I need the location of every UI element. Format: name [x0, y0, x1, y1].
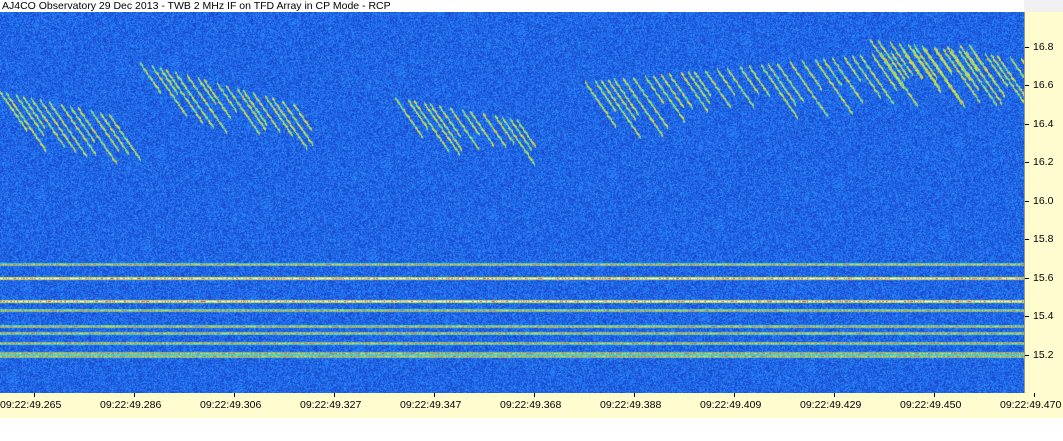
x-tick-label: 09:22:49.306: [200, 399, 262, 411]
x-tick-label: 09:22:49.388: [600, 399, 662, 411]
x-tick-label: 09:22:49.286: [100, 399, 162, 411]
x-tick-label: 09:22:49.327: [300, 399, 362, 411]
x-tick-mark: [134, 393, 135, 397]
chart-title: AJ4CO Observatory 29 Dec 2013 - TWB 2 MH…: [0, 0, 1024, 12]
y-tick-label: 15.4: [1033, 310, 1054, 323]
y-tick-mark: [1025, 354, 1029, 356]
y-tick-label: 16.4: [1033, 117, 1054, 130]
y-tick-mark: [1025, 277, 1029, 279]
spectrogram-plot: [0, 12, 1024, 393]
y-tick-mark: [1025, 123, 1029, 125]
y-tick-mark: [1025, 316, 1029, 318]
y-tick-mark: [1025, 162, 1029, 164]
y-tick-label: 15.8: [1033, 233, 1054, 246]
x-tick-mark: [1034, 393, 1035, 397]
x-axis-strip: 09:22:49.265 09:22:49.286 09:22:49.306 09:2…: [0, 393, 1063, 418]
y-tick-mark: [1025, 239, 1029, 241]
y-tick-label: 15.2: [1033, 348, 1054, 361]
x-tick-label: 09:22:49.429: [800, 399, 862, 411]
y-axis: 16.8 16.6 16.4 16.2 16.0 15.8 15.6 15.4 15.2: [1024, 12, 1063, 393]
x-tick-mark: [834, 393, 835, 397]
x-tick-label: 09:22:49.347: [400, 399, 462, 411]
x-axis: 09:22:49.265 09:22:49.286 09:22:49.306 09:2…: [0, 393, 1063, 441]
x-tick-mark: [334, 393, 335, 397]
x-tick-label: 09:22:49.450: [900, 399, 962, 411]
x-tick-mark: [934, 393, 935, 397]
x-tick-mark: [534, 393, 535, 397]
x-tick-label: 09:22:49.470: [1000, 399, 1062, 411]
y-tick-label: 16.2: [1033, 156, 1054, 169]
x-tick-mark: [634, 393, 635, 397]
y-tick-mark: [1025, 200, 1029, 202]
x-tick-label: 09:22:49.368: [500, 399, 562, 411]
y-tick-label: 15.6: [1033, 271, 1054, 284]
x-tick-label: 09:22:49.409: [700, 399, 762, 411]
x-tick-mark: [434, 393, 435, 397]
y-tick-label: 16.0: [1033, 194, 1054, 207]
y-tick-mark: [1025, 85, 1029, 87]
x-tick-label: 09:22:49.265: [0, 399, 62, 411]
x-tick-mark: [234, 393, 235, 397]
y-tick-mark: [1025, 46, 1029, 48]
y-tick-label: 16.6: [1033, 79, 1054, 92]
x-tick-mark: [34, 393, 35, 397]
spectrogram-heatmap: [0, 12, 1024, 393]
y-tick-label: 16.8: [1033, 40, 1054, 53]
x-tick-mark: [734, 393, 735, 397]
